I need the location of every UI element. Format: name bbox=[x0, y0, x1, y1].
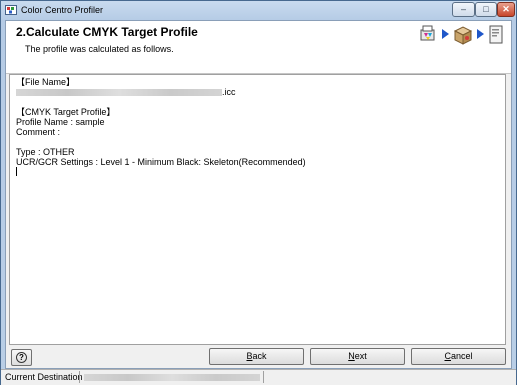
profile-name: Profile Name : sample bbox=[16, 117, 105, 127]
button-bar: ? Back Next Cancel bbox=[6, 348, 511, 368]
app-icon bbox=[5, 5, 17, 15]
current-destination-label: Current Destination bbox=[5, 372, 83, 382]
wizard-body: 2.Calculate CMYK Target Profile The prof… bbox=[5, 20, 512, 369]
box-icon bbox=[453, 26, 473, 45]
document-icon bbox=[489, 25, 503, 44]
back-label: ack bbox=[252, 351, 267, 361]
title-bar[interactable]: Color Centro Profiler – □ ✕ bbox=[1, 1, 516, 20]
next-button[interactable]: Next bbox=[310, 348, 405, 365]
cancel-button[interactable]: Cancel bbox=[411, 348, 506, 365]
printer-icon bbox=[420, 25, 435, 41]
close-button[interactable]: ✕ bbox=[497, 2, 515, 17]
minimize-button[interactable]: – bbox=[452, 2, 475, 17]
arrow-right-icon bbox=[442, 29, 449, 39]
status-divider bbox=[263, 371, 264, 383]
status-bar: Current Destination bbox=[1, 369, 516, 385]
step-title: 2.Calculate CMYK Target Profile bbox=[16, 25, 198, 39]
result-text-area[interactable]: 【File Name】 .icc 【CMYK Target Profile】 P… bbox=[9, 74, 506, 345]
current-destination-redacted bbox=[84, 374, 260, 381]
next-label: ext bbox=[354, 351, 367, 361]
back-button[interactable]: Back bbox=[209, 348, 304, 365]
arrow-right-icon bbox=[477, 29, 484, 39]
comment-line: Comment : bbox=[16, 127, 61, 137]
cancel-label: ancel bbox=[450, 351, 473, 361]
text-caret bbox=[16, 167, 17, 176]
type-line: Type : OTHER bbox=[16, 147, 75, 157]
help-button[interactable]: ? bbox=[11, 349, 32, 366]
step-header: 2.Calculate CMYK Target Profile The prof… bbox=[6, 21, 511, 74]
status-divider bbox=[79, 371, 80, 383]
maximize-button[interactable]: □ bbox=[475, 2, 497, 17]
caret-line bbox=[16, 167, 499, 177]
profile-heading: 【CMYK Target Profile】 bbox=[16, 107, 116, 117]
file-extension: .icc bbox=[222, 87, 236, 97]
file-name-line: .icc bbox=[16, 87, 499, 97]
app-window: Color Centro Profiler – □ ✕ 2.Calculate … bbox=[0, 0, 517, 385]
help-icon: ? bbox=[16, 352, 27, 363]
file-name-heading: 【File Name】 bbox=[16, 77, 76, 87]
file-name-redacted bbox=[16, 89, 222, 97]
ucr-gcr-line: UCR/GCR Settings : Level 1 - Minimum Bla… bbox=[16, 157, 306, 167]
step-subtitle: The profile was calculated as follows. bbox=[25, 44, 174, 54]
window-title: Color Centro Profiler bbox=[21, 5, 104, 15]
